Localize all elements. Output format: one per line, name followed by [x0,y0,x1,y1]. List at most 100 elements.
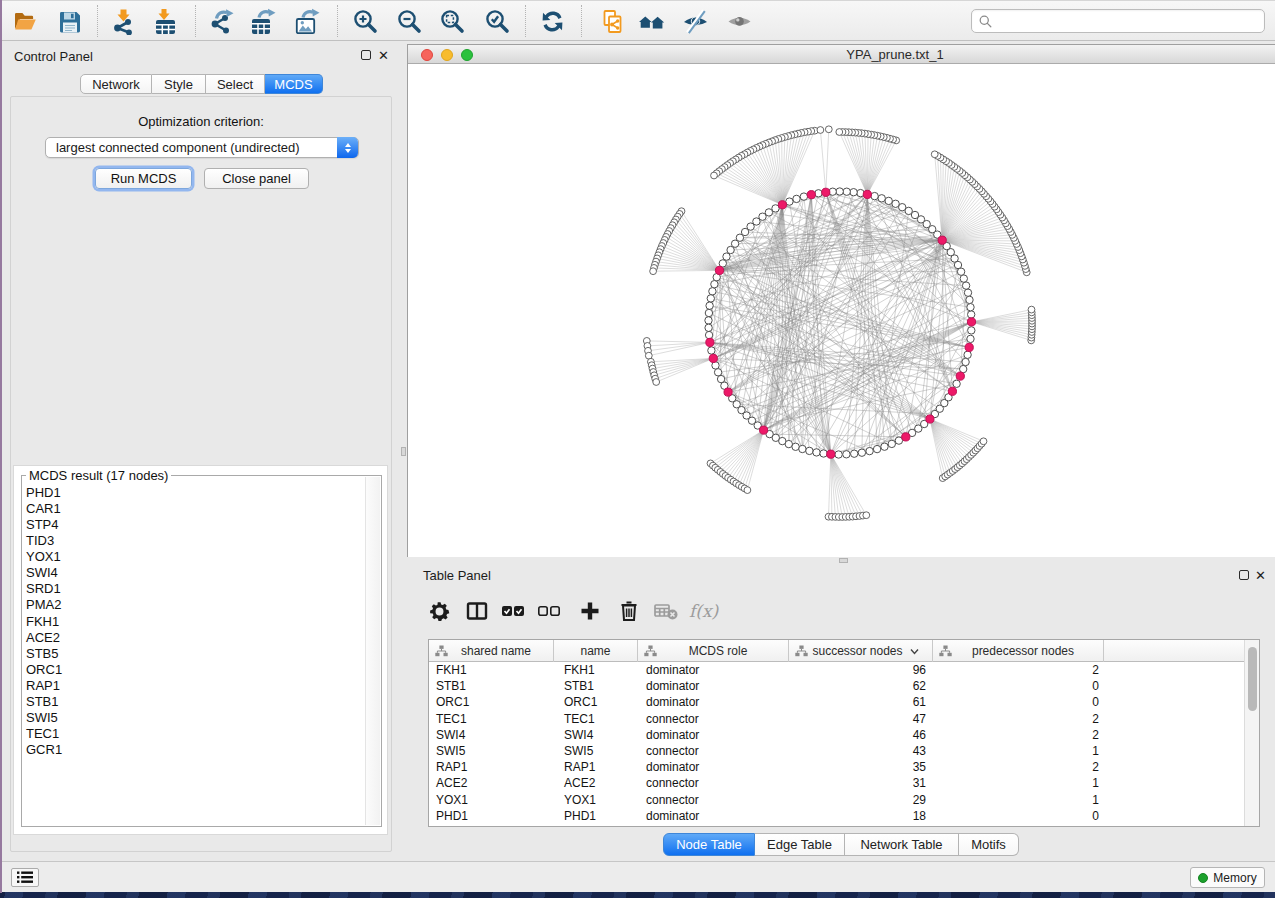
toolbar-separator [97,5,98,37]
column-header-predecessor-nodes[interactable]: predecessor nodes [933,640,1104,662]
control-panel-close-button[interactable]: ✕ [378,50,389,61]
column-header-successor-nodes[interactable]: successor nodes [789,640,933,662]
run-mcds-button[interactable]: Run MCDS [95,168,192,189]
mcds-result-item[interactable]: ORC1 [26,662,62,678]
settings-icon[interactable] [422,595,456,627]
tab-edge-table[interactable]: Edge Table [755,833,845,856]
mcds-result-item[interactable]: PHD1 [26,485,62,501]
network-list-button[interactable] [11,868,39,887]
add-icon[interactable] [573,595,607,627]
export-network-icon[interactable] [202,3,240,39]
mcds-result-item[interactable]: SWI4 [26,565,62,581]
main-toolbar [2,0,1275,41]
tab-network[interactable]: Network [80,74,152,94]
tab-style[interactable]: Style [152,74,206,94]
table-row[interactable]: RAP1RAP1dominator352 [429,759,1244,775]
node-table: shared namenameMCDS rolesuccessor nodesp… [428,639,1260,827]
table-scrollbar[interactable] [1244,640,1259,826]
refresh-icon[interactable] [533,3,571,39]
toolbar-separator [195,5,196,37]
table-scrollbar-thumb[interactable] [1248,647,1257,711]
import-table-icon[interactable] [146,3,184,39]
mcds-result-item[interactable]: STB1 [26,694,62,710]
share-session-icon[interactable] [593,3,631,39]
mcds-result-item[interactable]: STP4 [26,517,62,533]
export-table-icon[interactable] [243,3,281,39]
table-panel-close-button[interactable]: ✕ [1255,570,1266,581]
save-icon[interactable] [50,3,88,39]
zoom-selected-icon[interactable] [478,3,516,39]
deselect-all-icon[interactable] [532,595,566,627]
mcds-result-item[interactable]: PMA2 [26,597,62,613]
zoom-fit-icon[interactable] [433,3,471,39]
mcds-result-item[interactable]: STB5 [26,646,62,662]
tab-node-table[interactable]: Node Table [663,833,755,856]
mcds-result-item[interactable]: SWI5 [26,710,62,726]
columns-icon[interactable] [460,595,494,627]
mcds-result-item[interactable]: SRD1 [26,581,62,597]
vertical-split-divider[interactable] [400,41,407,861]
list-icon [17,871,33,884]
mcds-result-groupbox: MCDS result (17 nodes) PHD1CAR1STP4TID3Y… [21,475,382,827]
column-header-MCDS-role[interactable]: MCDS role [638,640,789,662]
mcds-result-item[interactable]: RAP1 [26,678,62,694]
search-box [971,9,1265,33]
cytoscape-window: Control Panel ✕ NetworkStyleSelectMCDS O… [2,0,1275,892]
search-input[interactable] [993,11,1264,31]
table-row[interactable]: FKH1FKH1dominator962 [429,662,1244,678]
export-image-icon[interactable] [287,3,325,39]
optimization-criterion-label: Optimization criterion: [10,114,392,129]
first-neighbors-icon[interactable] [632,3,670,39]
close-panel-button[interactable]: Close panel [204,168,309,189]
tab-network-table[interactable]: Network Table [845,833,959,856]
delete-icon[interactable] [612,595,646,627]
table-row[interactable]: PHD1PHD1dominator180 [429,808,1244,824]
column-header-shared-name[interactable]: shared name [429,640,554,662]
divider-grip[interactable] [401,447,406,456]
table-row[interactable]: SWI4SWI4dominator462 [429,727,1244,743]
select-all-icon[interactable] [496,595,530,627]
table-row[interactable]: YOX1YOX1connector291 [429,792,1244,808]
table-panel-float-button[interactable] [1239,570,1249,580]
mcds-result-item[interactable]: CAR1 [26,501,62,517]
mcds-result-list[interactable]: PHD1CAR1STP4TID3YOX1SWI4SRD1PMA2FKH1ACE2… [26,485,62,758]
mcds-result-item[interactable]: TEC1 [26,726,62,742]
table-panel-tabs: Node TableEdge TableNetwork TableMotifs [663,833,1019,856]
mcds-result-item[interactable]: YOX1 [26,549,62,565]
network-canvas[interactable] [408,64,1275,557]
divider-grip[interactable] [839,558,848,563]
mcds-result-item[interactable]: FKH1 [26,614,62,630]
tab-select[interactable]: Select [206,74,265,94]
mcds-result-item[interactable]: GCR1 [26,742,62,758]
table-row[interactable]: TEC1TEC1connector472 [429,711,1244,727]
zoom-in-icon[interactable] [346,3,384,39]
mcds-result-scrollbar[interactable] [365,477,380,825]
mcds-result-item[interactable]: ACE2 [26,630,62,646]
mcds-result-item[interactable]: TID3 [26,533,62,549]
table-row[interactable]: ORC1ORC1dominator610 [429,694,1244,710]
tab-mcds[interactable]: MCDS [265,74,323,94]
memory-label: Memory [1213,871,1256,885]
table-toolbar: f(x) [407,590,1275,632]
table-panel: Table Panel ✕ f(x) shared namenameMCDS r… [407,563,1275,861]
table-row[interactable]: SWI5SWI5connector431 [429,743,1244,759]
control-panel-title: Control Panel [14,49,93,64]
network-window-titlebar[interactable]: YPA_prune.txt_1 [408,45,1275,64]
table-row[interactable]: ACE2ACE2connector311 [429,775,1244,791]
control-panel-float-button[interactable] [361,50,371,60]
table-row[interactable]: STB1STB1dominator620 [429,678,1244,694]
toolbar-separator [581,5,582,37]
network-graph[interactable] [408,64,1275,557]
delete-table-icon [649,595,683,627]
criterion-select[interactable]: largest connected component (undirected) [45,137,359,158]
column-header-name[interactable]: name [554,640,638,662]
toolbar-separator [337,5,338,37]
hide-selected-icon[interactable] [676,3,714,39]
open-icon[interactable] [6,3,44,39]
show-all-icon[interactable] [720,3,758,39]
tab-motifs[interactable]: Motifs [959,833,1019,856]
zoom-out-icon[interactable] [390,3,428,39]
memory-button[interactable]: Memory [1190,867,1265,888]
import-network-icon[interactable] [104,3,142,39]
criterion-value: largest connected component (undirected) [56,140,300,155]
